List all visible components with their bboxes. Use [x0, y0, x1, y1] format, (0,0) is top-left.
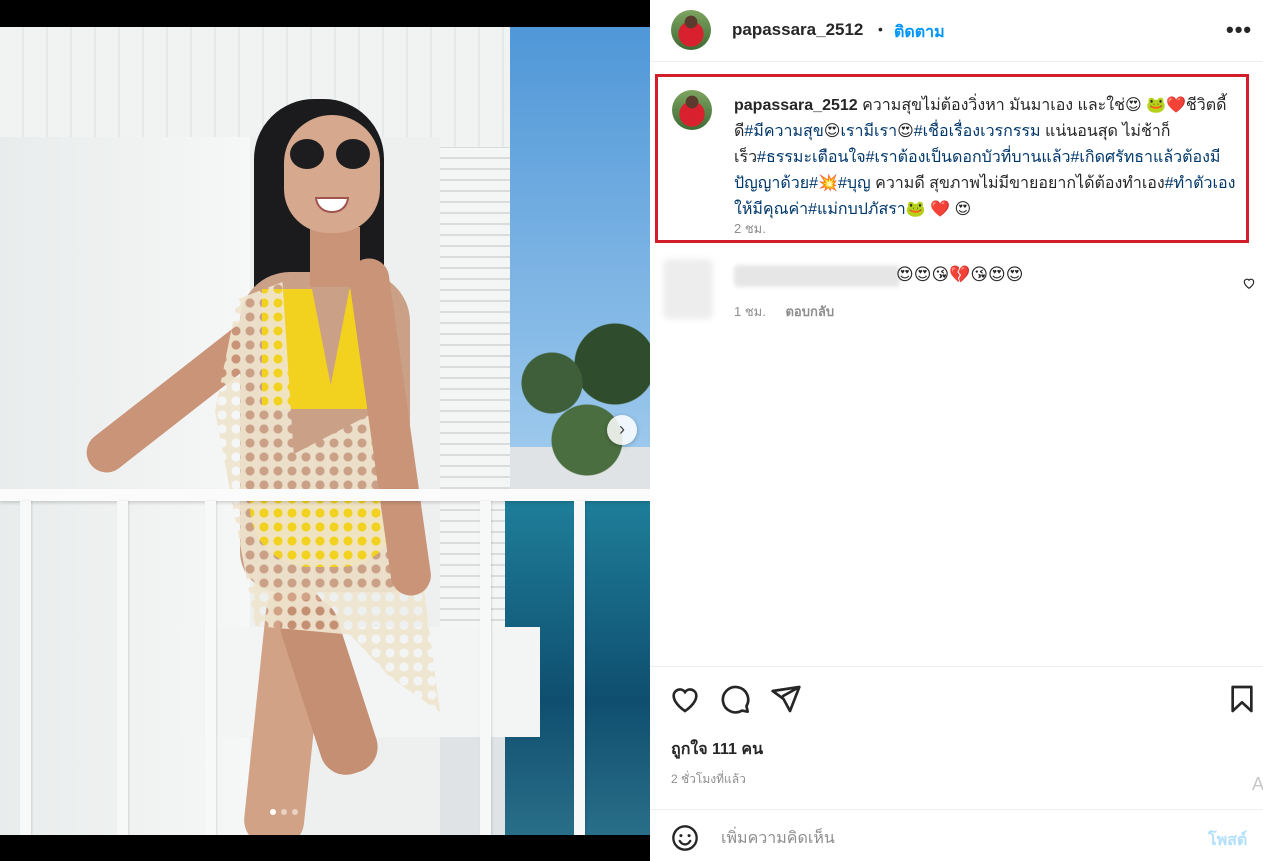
photo-railing-post: [480, 501, 491, 835]
hashtag-link[interactable]: #เราต้องเป็นดอกบัวที่บานแล้ว: [866, 149, 1071, 166]
add-comment-bar: โพสต์: [650, 809, 1263, 861]
bookmark-icon[interactable]: [1226, 683, 1258, 715]
commenter-username[interactable]: [734, 265, 900, 287]
caption-segment: 🐸 ❤️ 😍: [905, 201, 972, 218]
heart-icon[interactable]: [669, 683, 701, 715]
small-heart-icon[interactable]: [1242, 276, 1256, 290]
caption-segment: 😍: [897, 123, 914, 140]
hashtag-link[interactable]: เรามีเรา: [840, 123, 897, 140]
post-header: papassara_2512 • ติดตาม •••: [650, 0, 1263, 62]
caption-text: papassara_2512 ความสุขไม่ต้องวิ่งหา มันม…: [734, 93, 1244, 223]
post-photo[interactable]: [0, 27, 650, 835]
photo-railing-post: [20, 501, 31, 835]
comment-meta: 1 ชม. ตอบกลับ: [734, 301, 850, 322]
caption-username[interactable]: papassara_2512: [734, 97, 858, 114]
photo-trees: [510, 307, 650, 497]
caption-segment: 💥: [818, 175, 838, 192]
hashtag-link[interactable]: #เชื่อเรื่องเวรกรรม: [914, 123, 1041, 140]
photo-subject-sunglasses: [290, 139, 370, 169]
hashtag-link[interactable]: #มีความสุข: [744, 123, 823, 140]
avatar[interactable]: [671, 10, 711, 50]
photo-subject-neck: [310, 227, 360, 287]
share-icon[interactable]: [770, 683, 802, 715]
photo-subject-face: [284, 115, 380, 233]
edge-letter: A: [1252, 774, 1263, 794]
photo-railing: [0, 489, 650, 501]
caption-timestamp: 2 ชม.: [734, 221, 766, 236]
comment-icon[interactable]: [719, 683, 751, 715]
post-username[interactable]: papassara_2512: [732, 20, 863, 40]
post-comment-button[interactable]: โพสต์: [1208, 828, 1247, 853]
avatar[interactable]: [672, 90, 712, 130]
caption-segment: 😍: [823, 123, 841, 140]
caption-segment: ความดี สุขภาพไม่มีขายอยากได้ต้องทำเอง: [870, 175, 1165, 192]
carousel-dot: [281, 809, 287, 815]
comment-text: 😍😍😘💔😘😍😍: [896, 265, 1024, 284]
post-actions: ถูกใจ 111 คน 2 ชั่วโมงที่แล้ว โพสต์ A: [650, 666, 1263, 861]
photo-railing-post: [117, 501, 128, 835]
more-icon[interactable]: •••: [1226, 17, 1252, 43]
follow-button[interactable]: ติดตาม: [894, 20, 945, 45]
emoji-icon[interactable]: [671, 824, 699, 852]
hashtag-link[interactable]: #: [809, 175, 818, 192]
photo-railing-post: [205, 501, 216, 835]
reply-button[interactable]: ตอบกลับ: [785, 304, 834, 319]
hashtag-link[interactable]: #บุญ: [838, 175, 871, 192]
post-panel: papassara_2512 • ติดตาม ••• papassara_25…: [650, 0, 1263, 861]
carousel-dot: [270, 809, 276, 815]
separator-dot: •: [878, 21, 883, 37]
caption-highlight: papassara_2512 ความสุขไม่ต้องวิ่งหา มันม…: [655, 74, 1249, 243]
comment-timestamp: 1 ชม.: [734, 304, 766, 319]
photo-shutters: [440, 147, 510, 707]
carousel-dot: [292, 809, 298, 815]
comment-input[interactable]: [721, 826, 1191, 852]
photo-railing-post: [574, 501, 585, 835]
comment-item: 😍😍😘💔😘😍😍 1 ชม. ตอบกลับ: [658, 255, 1258, 325]
hashtag-link[interactable]: #แม่กบปภัสรา: [808, 201, 906, 218]
post-timestamp: 2 ชั่วโมงที่แล้ว: [671, 772, 746, 786]
likes-count[interactable]: ถูกใจ 111 คน: [671, 737, 763, 762]
post-media: ›: [0, 0, 650, 861]
hashtag-link[interactable]: #ธรรมะเตือนใจ: [757, 149, 866, 166]
commenter-avatar[interactable]: [663, 259, 713, 319]
caption-body: ความสุขไม่ต้องวิ่งหา มันมาเอง และใช่😍 🐸❤…: [734, 97, 1235, 218]
carousel-next-icon[interactable]: ›: [607, 415, 637, 445]
carousel-dots: [270, 809, 298, 815]
